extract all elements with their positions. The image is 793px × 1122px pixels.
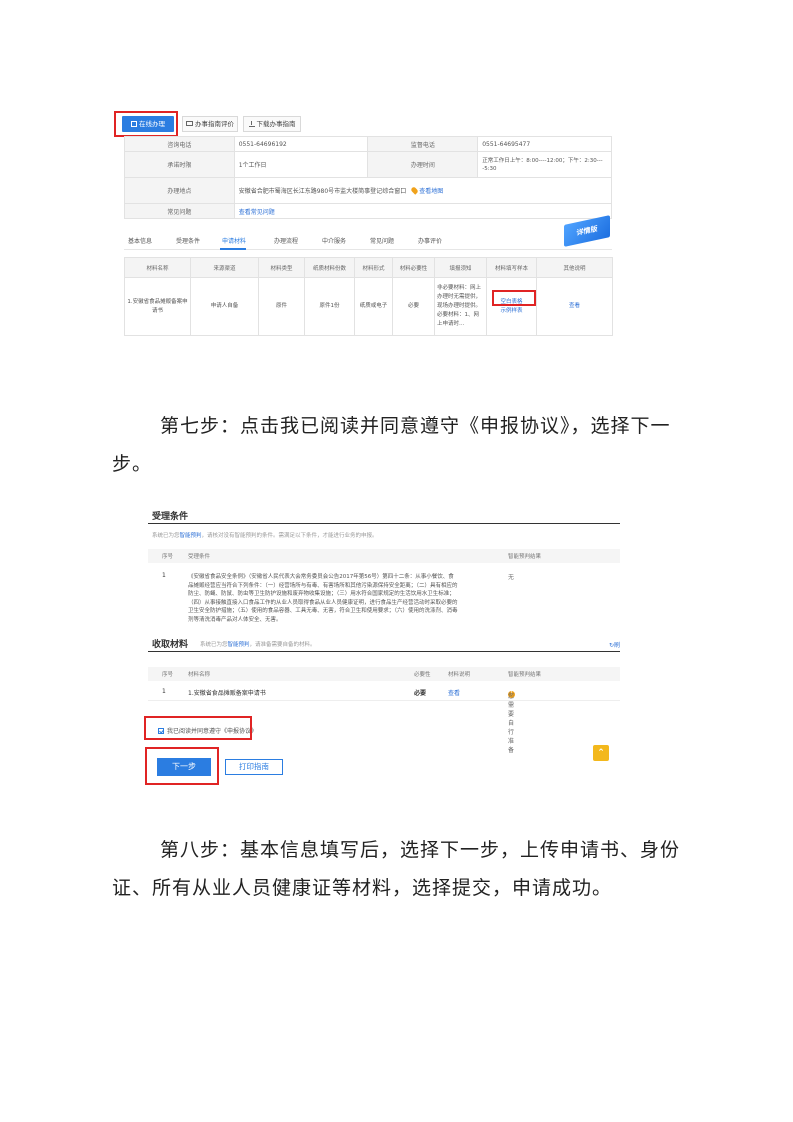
supervise-phone-label: 监督电话 (367, 136, 479, 152)
tab-evaluation[interactable]: 办事评价 (418, 236, 442, 245)
column-header: 必要性 (414, 672, 431, 678)
tab-process[interactable]: 办理流程 (274, 236, 298, 245)
service-info-table: 咨询电话 0551-64696192 监督电话 0551-64695477 承诺… (124, 136, 613, 219)
tab-intermediary[interactable]: 中介服务 (322, 236, 346, 245)
material-necessity: 必要 (392, 277, 435, 336)
materials-header-row: 材料名称 来源渠道 材料类型 纸质材料份数 材料形式 材料必要性 填报须知 材料… (124, 257, 613, 278)
condition-result: 无 (508, 574, 515, 581)
materials-title: 收取材料 (152, 640, 189, 650)
view-map-link[interactable]: 查看地图 (419, 188, 443, 195)
back-to-top-button[interactable]: ⌃ (593, 745, 609, 761)
material-necessity: 必要 (414, 690, 427, 697)
material-source: 申请人自备 (190, 277, 259, 336)
active-tab-indicator (220, 248, 246, 250)
materials-note: 系统已为您智能预判，请准备需要自备的材料。 (200, 642, 316, 648)
guide-eval-button[interactable]: 办事指南评价 (182, 116, 238, 132)
refresh-button[interactable]: ↻刷 (609, 640, 620, 649)
highlight-box-online (114, 111, 178, 137)
column-header: 序号 (162, 554, 174, 560)
supervise-phone-value: 0551-64695477 (477, 136, 612, 152)
guide-screenshot: 在线办理 办事指南评价 下载办事指南 咨询电话 0551-64696192 监督… (112, 110, 613, 342)
materials-table: 材料名称 来源渠道 材料类型 纸质材料份数 材料形式 材料必要性 填报须知 材料… (124, 257, 613, 336)
action-button-row: 在线办理 办事指南评价 下载办事指南 (112, 110, 612, 137)
tab-basic-info[interactable]: 基本信息 (128, 236, 152, 245)
apply-screenshot: 受理条件 系统已为您智能预判，请核对没有智能预判的条件。需满足以下条件，才能进行… (144, 505, 628, 790)
column-header: 纸质材料份数 (304, 257, 355, 278)
column-header: 材料名称 (124, 257, 191, 278)
column-header: 填报须知 (434, 257, 487, 278)
tab-conditions[interactable]: 受理条件 (176, 236, 200, 245)
column-header: 受理条件 (188, 554, 211, 560)
material-type: 原件 (258, 277, 305, 336)
download-guide-button[interactable]: 下载办事指南 (243, 116, 301, 132)
office-hours-value: 正常工作日上午：8:00----12:00；下午：2:30----5:30 (477, 151, 612, 178)
section-divider (148, 523, 620, 524)
section-divider (148, 651, 620, 652)
other-notes-link[interactable]: 查看 (536, 277, 613, 336)
highlight-box-blank-form (492, 290, 536, 306)
step-eight-text: 第八步：基本信息填写后，选择下一步，上传申请书、身份证、所有从业人员健康证等材料… (112, 839, 681, 899)
conditions-title: 受理条件 (152, 512, 189, 522)
material-notes: 非必要材料：网上办理时无需提供，现场办理时提供。必要材料：1、网上申请时… (434, 277, 487, 336)
guide-tabs: 基本信息 受理条件 申请材料 办理流程 中介服务 常见问题 办事评价 详情版 (124, 215, 612, 250)
column-header: 智能预判结果 (508, 672, 542, 678)
office-hours-label: 办理时间 (367, 151, 479, 178)
conditions-header-row: 序号 受理条件 智能预判结果 (148, 549, 620, 563)
step-seven-text: 第七步：点击我已阅读并同意遵守《申报协议》，选择下一步。 (112, 415, 671, 475)
material-sample-cell: 空白表格 示例样表 (486, 277, 537, 336)
column-header: 智能预判结果 (508, 554, 542, 560)
promise-time-value: 1个工作日 (233, 151, 369, 178)
office-place-label: 办理地点 (124, 177, 235, 204)
column-header: 材料必要性 (392, 257, 435, 278)
material-view-link[interactable]: 查看 (448, 688, 460, 697)
consult-phone-label: 咨询电话 (124, 136, 235, 152)
sample-form-link[interactable]: 示例样表 (489, 307, 534, 316)
material-name: 1.安徽省食品摊贩备案申请书 (188, 690, 266, 697)
highlight-box-agree (144, 716, 252, 740)
promise-time-label: 承诺时限 (124, 151, 235, 178)
column-header: 材料填写样本 (486, 257, 537, 278)
map-pin-icon (410, 186, 419, 195)
column-header: 来源渠道 (190, 257, 259, 278)
condition-no: 1 (162, 572, 166, 579)
material-form: 纸质或电子 (354, 277, 393, 336)
column-header: 材料说明 (448, 672, 471, 678)
column-header: 材料名称 (188, 672, 211, 678)
highlight-box-next (145, 747, 219, 785)
conditions-note: 系统已为您智能预判，请核对没有智能预判的条件。需满足以下条件，才能进行业务的申报… (152, 533, 378, 539)
table-row: 1.安徽省食品摊贩备案申请书 申请人自备 原件 原件1份 纸质或电子 必要 非必… (124, 277, 613, 336)
detail-version-ribbon: 详情版 (564, 215, 610, 247)
office-place-value: 安徽省合肥市蜀海区长江东路980号市监大楼简事登记综合窗口 (238, 188, 407, 195)
smart-predict-link[interactable]: 智能预判 (180, 533, 202, 539)
column-header: 其他说明 (536, 257, 613, 278)
table-row: 1 《安徽省食品安全条例》（安徽省人民代表大会常务委员会公告2017年第56号）… (148, 569, 620, 625)
material-name: 1.安徽省食品摊贩备案申请书 (124, 277, 191, 336)
tab-faq[interactable]: 常见问题 (370, 236, 394, 245)
comment-icon (186, 121, 193, 126)
material-copies: 原件1份 (304, 277, 355, 336)
column-header: 材料类型 (258, 257, 305, 278)
column-header: 材料形式 (354, 257, 393, 278)
view-faq-link[interactable]: 查看常见问题 (233, 203, 613, 219)
table-row: 1 1.安徽省食品摊贩备案申请书 必要 查看 ! 您需要自行准备 (148, 685, 620, 754)
column-header: 序号 (162, 672, 174, 678)
tab-materials[interactable]: 申请材料 (222, 236, 246, 245)
print-guide-button[interactable]: 打印指南 (225, 759, 283, 775)
material-no: 1 (162, 688, 166, 695)
faq-label: 常见问题 (124, 203, 235, 219)
download-icon (248, 121, 255, 127)
consult-phone-value: 0551-64696192 (233, 136, 369, 152)
materials-header-row: 序号 材料名称 必要性 材料说明 智能预判结果 (148, 667, 620, 681)
smart-predict-link[interactable]: 智能预判 (228, 642, 250, 648)
condition-text: 《安徽省食品安全条例》（安徽省人民代表大会常务委员会公告2017年第56号）第四… (188, 574, 458, 623)
office-place-cell: 安徽省合肥市蜀海区长江东路980号市监大楼简事登记综合窗口 查看地图 (233, 177, 613, 204)
